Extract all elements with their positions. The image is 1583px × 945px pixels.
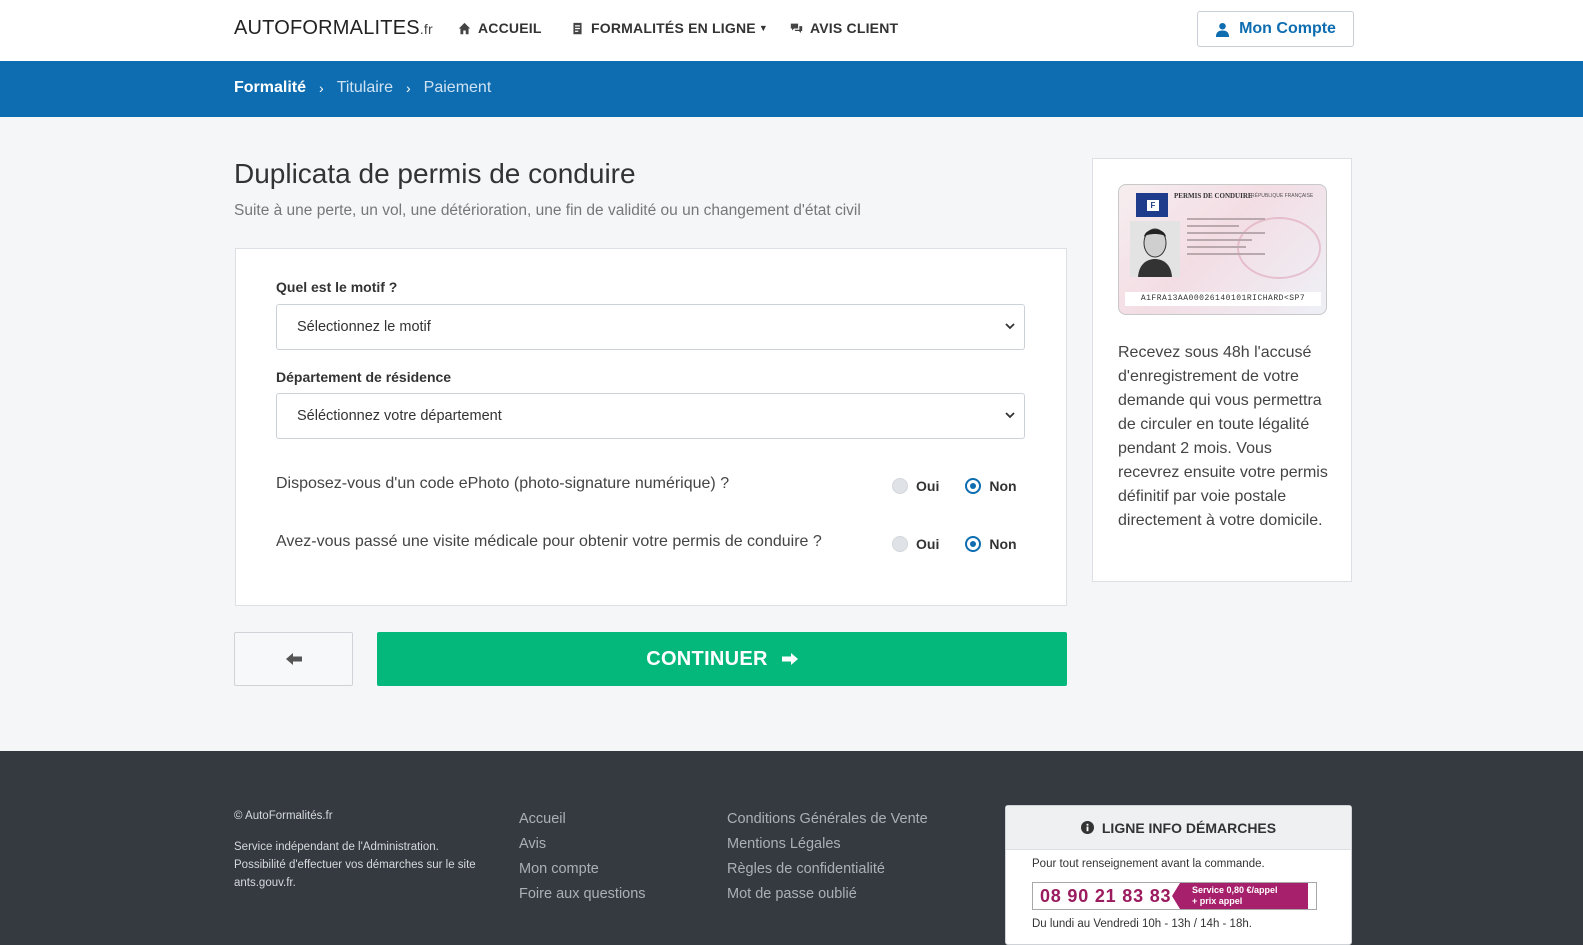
top-navbar: AUTOFORMALITES.fr ACCUEIL FORMALITÉS EN …: [0, 0, 1583, 61]
nav-avis-label: AVIS CLIENT: [810, 20, 899, 36]
chevron-down-icon: [1005, 412, 1015, 419]
breadcrumb-separator: ›: [406, 80, 411, 96]
footer-link-mentions[interactable]: Mentions Légales: [727, 832, 928, 857]
info-line-box: LIGNE INFO DÉMARCHES Pour tout renseigne…: [1005, 805, 1352, 945]
comments-icon: [790, 23, 803, 33]
visite-non-label: Non: [989, 536, 1017, 552]
nav-formalites-label: FORMALITÉS EN LIGNE: [591, 20, 756, 36]
visite-non-option[interactable]: Non: [965, 536, 1017, 552]
nav-accueil-label: ACCUEIL: [478, 20, 542, 36]
footer-link-avis[interactable]: Avis: [519, 832, 646, 857]
logo-tld-text: .fr: [419, 21, 433, 37]
footer-link-cgv[interactable]: Conditions Générales de Vente: [727, 807, 928, 832]
driving-license-image: F PERMIS DE CONDUIRE RÉPUBLIQUE FRANÇAIS…: [1118, 184, 1327, 315]
visite-medicale-question: Avez-vous passé une visite médicale pour…: [276, 533, 822, 550]
chevron-down-icon: ▼: [758, 23, 768, 33]
continue-button-label: CONTINUER: [646, 647, 768, 670]
form-card: Quel est le motif ? Sélectionnez le moti…: [235, 248, 1067, 606]
footer-links-col1: Accueil Avis Mon compte Foire aux questi…: [519, 807, 646, 907]
visite-non-radio[interactable]: [965, 536, 982, 552]
document-icon: [573, 22, 582, 34]
ephoto-oui-option[interactable]: Oui: [892, 478, 939, 494]
footer-link-accueil[interactable]: Accueil: [519, 807, 646, 832]
license-header: PERMIS DE CONDUIRE: [1174, 192, 1253, 200]
license-portrait: [1130, 221, 1180, 277]
info-line-title: LIGNE INFO DÉMARCHES: [1101, 819, 1277, 836]
breadcrumb-bar: Formalité › Titulaire › Paiement: [0, 61, 1583, 117]
departement-select-value: Séléctionnez votre département: [297, 408, 502, 424]
home-icon: [458, 22, 471, 34]
visite-oui-option[interactable]: Oui: [892, 536, 939, 552]
account-button-label: Mon Compte: [1239, 20, 1336, 37]
nav-avis-client[interactable]: AVIS CLIENT: [790, 20, 898, 36]
arrow-right-icon: [781, 653, 798, 665]
footer-link-faq[interactable]: Foire aux questions: [519, 882, 646, 907]
ephoto-oui-radio[interactable]: [892, 478, 908, 494]
motif-label: Quel est le motif ?: [276, 279, 398, 295]
license-header-republic: RÉPUBLIQUE FRANÇAISE: [1251, 193, 1314, 199]
footer-copyright: © AutoFormalités.fr: [234, 810, 333, 822]
chevron-down-icon: [1005, 323, 1015, 330]
breadcrumb-separator: ›: [319, 80, 324, 96]
logo-main-text: AUTOFORMALITES: [234, 17, 420, 39]
footer-link-mot-de-passe[interactable]: Mot de passe oublié: [727, 882, 928, 907]
ephoto-question: Disposez-vous d'un code ePhoto (photo-si…: [276, 475, 730, 492]
continue-button[interactable]: CONTINUER: [377, 632, 1067, 686]
breadcrumb: Formalité › Titulaire › Paiement: [234, 79, 491, 97]
back-button[interactable]: [234, 632, 353, 686]
phone-price-tag: Service 0,80 €/appel + prix appel: [1172, 883, 1308, 909]
info-line-hours: Du lundi au Vendredi 10h - 13h / 14h - 1…: [1032, 918, 1252, 930]
page-title: Duplicata de permis de conduire: [234, 158, 636, 189]
site-logo[interactable]: AUTOFORMALITES.fr: [234, 17, 433, 40]
info-line-header: LIGNE INFO DÉMARCHES: [1006, 806, 1351, 850]
footer-links-col2: Conditions Générales de Vente Mentions L…: [727, 807, 928, 907]
motif-select[interactable]: Sélectionnez le motif: [276, 304, 1025, 350]
ephoto-non-option[interactable]: Non: [965, 478, 1017, 494]
visite-medicale-radio-group: Oui Non: [892, 536, 1043, 552]
departement-label: Département de résidence: [276, 369, 452, 385]
visite-oui-radio[interactable]: [892, 536, 908, 552]
phone-price-line1: Service 0,80 €/appel: [1192, 885, 1278, 895]
arrow-left-icon: [285, 653, 302, 665]
info-line-text: Pour tout renseignement avant la command…: [1032, 858, 1265, 870]
motif-select-value: Sélectionnez le motif: [297, 319, 431, 335]
visite-oui-label: Oui: [916, 536, 940, 552]
nav-formalites[interactable]: FORMALITÉS EN LIGNE ▼: [571, 20, 768, 36]
account-button[interactable]: Mon Compte: [1197, 11, 1354, 47]
side-info-text: Recevez sous 48h l'accusé d'enregistreme…: [1118, 344, 1328, 529]
license-mrz: A1FRA13AA00026140101RICHARD<SP7: [1125, 292, 1321, 306]
ephoto-radio-group: Oui Non: [892, 478, 1043, 494]
license-country-code: F: [1147, 200, 1159, 211]
breadcrumb-step-formalite: Formalité: [234, 79, 307, 96]
ephoto-non-radio[interactable]: [965, 478, 982, 494]
breadcrumb-step-paiement: Paiement: [423, 79, 492, 96]
breadcrumb-step-titulaire: Titulaire: [336, 79, 393, 96]
user-icon: [1216, 22, 1230, 37]
phone-number: 08 90 21 83 83: [1040, 885, 1172, 906]
eu-flag-icon: F: [1136, 193, 1168, 217]
footer-link-mon-compte[interactable]: Mon compte: [519, 857, 646, 882]
footer-description: Service indépendant de l'Administration.…: [234, 841, 476, 889]
phone-number-box[interactable]: 08 90 21 83 83 Service 0,80 €/appel + pr…: [1032, 882, 1317, 910]
ephoto-oui-label: Oui: [916, 478, 940, 494]
info-side-card: F PERMIS DE CONDUIRE RÉPUBLIQUE FRANÇAIS…: [1092, 158, 1352, 582]
departement-select[interactable]: Séléctionnez votre département: [276, 393, 1025, 439]
nav-accueil[interactable]: ACCUEIL: [458, 20, 542, 36]
ephoto-non-label: Non: [989, 478, 1017, 494]
footer-link-confidentialite[interactable]: Règles de confidentialité: [727, 857, 928, 882]
page-subtitle: Suite à une perte, un vol, une détériora…: [234, 202, 861, 219]
phone-price-line2: + prix appel: [1192, 896, 1243, 906]
license-text-lines: [1187, 213, 1317, 260]
info-icon: [1080, 821, 1094, 834]
